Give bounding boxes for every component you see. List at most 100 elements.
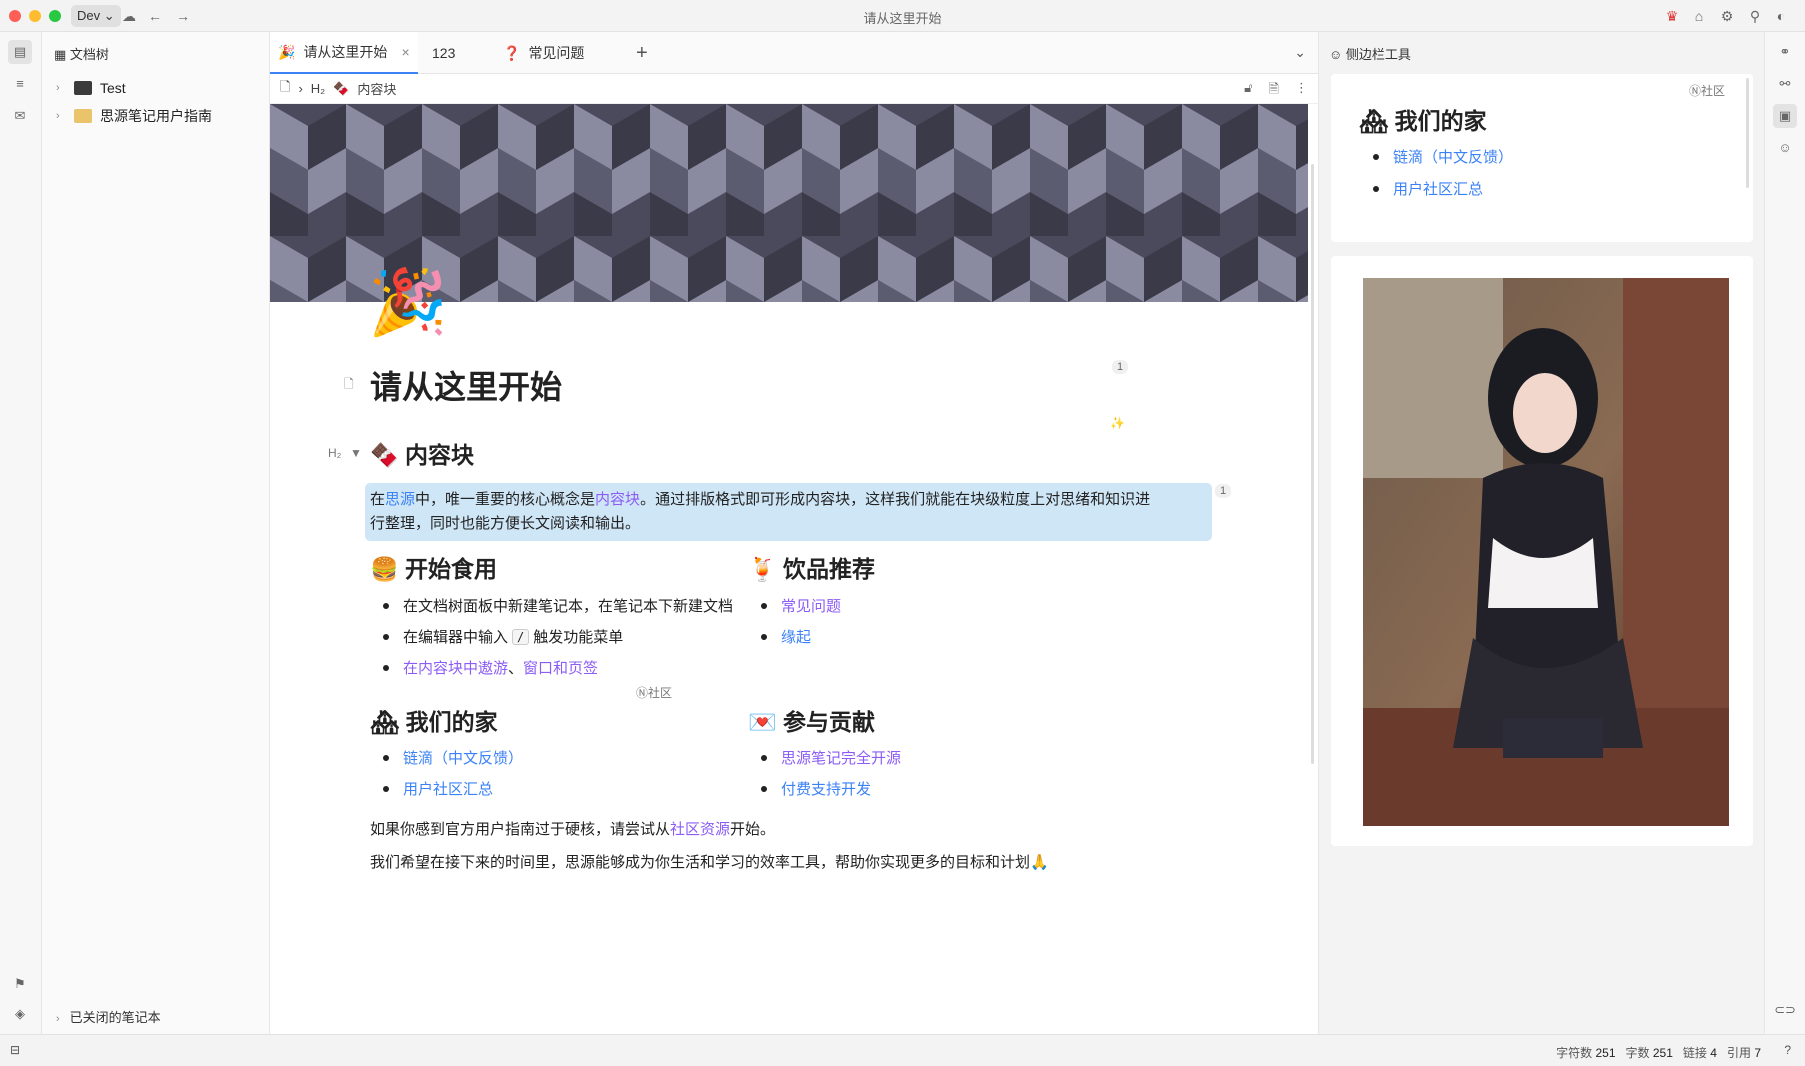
file-tree-panel: ▦ 文档树 › Test › 思源笔记用户指南 › 已关闭的笔记本	[42, 32, 270, 1034]
text-span: 行整理，同时也能方便长文阅读和输出。	[370, 515, 641, 532]
outline-icon[interactable]: ≡	[8, 72, 32, 96]
party-popper-icon[interactable]: 🎉	[368, 264, 448, 340]
word-count: 字数 251	[1626, 1044, 1673, 1061]
smile-icon: ☺	[1329, 47, 1346, 62]
search-icon[interactable]: ⚲	[1746, 7, 1764, 25]
right-sidebar: ☺ 侧边栏工具 Ⓝ社区 🏘 我们的家 链滴（中文反馈） 用户社区汇总	[1318, 32, 1764, 1034]
heading-drinks[interactable]: 🍹 饮品推荐	[748, 550, 875, 584]
breadcrumb-heading-marker: H₂	[310, 81, 326, 96]
breadcrumb-item[interactable]: 内容块	[357, 79, 396, 98]
unlock-icon[interactable]: 🔓︎	[1244, 80, 1252, 102]
paragraph-community[interactable]: 如果你感到官方用户指南过于硬核，请尝试从社区资源开始。	[370, 818, 775, 839]
ld246-link[interactable]: 链滴（中文反馈）	[403, 747, 523, 768]
list-item[interactable]: 常见问题	[760, 595, 841, 616]
chevron-right-icon[interactable]: ›	[56, 76, 66, 100]
home-icon[interactable]: ⌂	[1690, 7, 1708, 25]
card-scrollbar[interactable]	[1746, 78, 1749, 188]
sidebar-card-home[interactable]: Ⓝ社区 🏘 我们的家 链滴（中文反馈） 用户社区汇总	[1331, 74, 1753, 242]
siyuan-link[interactable]: 思源	[385, 491, 415, 508]
text-span: 开始。	[730, 821, 776, 838]
notebook-item-test[interactable]: › Test	[56, 76, 126, 100]
add-tab-button[interactable]: +	[636, 42, 648, 64]
layout-icon[interactable]: ⊟	[10, 1043, 20, 1057]
text-span: 在	[370, 491, 386, 508]
ref-count-label: 引用	[1726, 1046, 1751, 1060]
link-count-value: 4	[1710, 1046, 1717, 1060]
doc-block-icon[interactable]: 🗋	[344, 375, 354, 396]
crown-icon[interactable]: ♛	[1663, 7, 1681, 25]
right-dock: ⚭ ⚯ ▣ ☺ ⊂⊃	[1764, 32, 1805, 1034]
ld246-link[interactable]: 链滴（中文反馈）	[1393, 146, 1513, 167]
tag-icon[interactable]: ◈	[8, 1002, 32, 1026]
bookmark-icon[interactable]: ⚑	[8, 972, 32, 996]
list-item[interactable]: 链滴（中文反馈）	[382, 747, 523, 768]
ref-count-badge[interactable]: 1	[1215, 484, 1232, 498]
love-letter-icon: 💌	[748, 709, 777, 735]
editor-scrollbar[interactable]	[1311, 164, 1314, 764]
community-resources-link[interactable]: 社区资源	[670, 821, 730, 838]
document-icon[interactable]: 🗋	[280, 78, 290, 100]
file-tree-icon[interactable]: ▤	[8, 40, 32, 64]
community-label: Ⓝ社区	[636, 686, 673, 700]
close-icon[interactable]: ×	[401, 31, 409, 73]
mode-icon[interactable]: ◐	[1772, 7, 1790, 25]
inbox-icon[interactable]: ✉	[8, 104, 32, 128]
list-item[interactable]: 付费支持开发	[760, 778, 871, 799]
ref-count-badge[interactable]: 1	[1112, 360, 1129, 374]
chevron-right-icon[interactable]: ›	[56, 1013, 66, 1025]
list-item[interactable]: 在文档树面板中新建笔记本，在笔记本下新建文档	[382, 595, 733, 616]
navigate-blocks-link[interactable]: 在内容块中遨游	[403, 657, 508, 678]
tab-start-here[interactable]: 🎉 请从这里开始 ×	[270, 32, 418, 74]
heading-content-blocks[interactable]: 🍫 内容块	[370, 436, 474, 470]
word-count-label: 字数	[1625, 1046, 1650, 1060]
community-summary-link[interactable]: 用户社区汇总	[1393, 178, 1483, 199]
windows-tabs-link[interactable]: 窗口和页签	[523, 657, 598, 678]
community-summary-link[interactable]: 用户社区汇总	[403, 778, 493, 799]
heading-getting-started[interactable]: 🍔 开始食用	[370, 550, 497, 584]
char-count-label: 字符数	[1556, 1046, 1593, 1060]
house-icon: 🏘	[1359, 108, 1389, 134]
plugin-icon[interactable]: ⚙	[1718, 7, 1736, 25]
content-block-link[interactable]: 内容块	[595, 491, 640, 508]
list-item[interactable]: 在编辑器中输入 / 触发功能菜单	[382, 626, 623, 647]
origin-link[interactable]: 缘起	[781, 626, 811, 647]
tab-menu-chevron-icon[interactable]: ⌄	[1294, 44, 1306, 61]
list-item[interactable]: 链滴（中文反馈）	[1372, 146, 1513, 167]
graph-icon[interactable]: ⚭	[1773, 40, 1797, 64]
notebook-item-guide[interactable]: › 思源笔记用户指南	[56, 104, 212, 128]
open-source-link[interactable]: 思源笔记完全开源	[781, 747, 901, 768]
text-span: 中，唯一重要的核心概念是	[415, 491, 596, 508]
tab-123[interactable]: 123	[424, 32, 463, 74]
photo	[1363, 278, 1729, 826]
list-item-text: 在编辑器中输入	[403, 629, 509, 646]
triangle-down-icon[interactable]: ▼	[350, 446, 362, 460]
chevron-right-icon[interactable]: ›	[56, 104, 66, 128]
global-graph-icon[interactable]: ⚯	[1773, 72, 1797, 96]
smile-icon[interactable]: ☺	[1773, 136, 1797, 160]
heading-our-home[interactable]: 🏘 我们的家	[370, 703, 498, 737]
file-tree-title: 文档树	[69, 47, 109, 62]
faq-link[interactable]: 常见问题	[781, 595, 841, 616]
help-icon[interactable]: ?	[1784, 1043, 1791, 1057]
sidebar-tools-icon[interactable]: ▣	[1773, 104, 1797, 128]
page-title[interactable]: 请从这里开始	[370, 362, 562, 408]
closed-notebooks[interactable]: › 已关闭的笔记本	[56, 1007, 161, 1026]
party-popper-icon: 🎉	[278, 44, 296, 60]
doc-info-icon[interactable]: 🗎	[1269, 80, 1279, 102]
char-count: 字符数 251	[1556, 1044, 1615, 1061]
list-item[interactable]: 缘起	[760, 626, 811, 647]
more-icon[interactable]: ⋮	[1295, 80, 1308, 102]
sponsor-link[interactable]: 付费支持开发	[781, 778, 871, 799]
content-block-paragraph[interactable]: 在思源中，唯一重要的核心概念是内容块。通过排版格式即可形成内容块，这样我们就能在…	[365, 483, 1212, 541]
list-item[interactable]: 用户社区汇总	[382, 778, 493, 799]
tab-label: 常见问题	[528, 45, 585, 61]
tab-faq[interactable]: ❓ 常见问题	[495, 32, 592, 74]
list-item[interactable]: 用户社区汇总	[1372, 178, 1483, 199]
heading-contribute[interactable]: 💌 参与贡献	[748, 703, 875, 737]
list-item[interactable]: 在内容块中遨游、窗口和页签	[382, 657, 598, 678]
heading-text: 内容块	[405, 442, 475, 468]
sidebar-heading[interactable]: 🏘 我们的家	[1359, 102, 1487, 136]
list-item[interactable]: 思源笔记完全开源	[760, 747, 901, 768]
paragraph-closing[interactable]: 我们希望在接下来的时间里，思源能够成为你生活和学习的效率工具，帮助你实现更多的目…	[370, 851, 1049, 872]
link-icon[interactable]: ⊂⊃	[1773, 998, 1797, 1022]
